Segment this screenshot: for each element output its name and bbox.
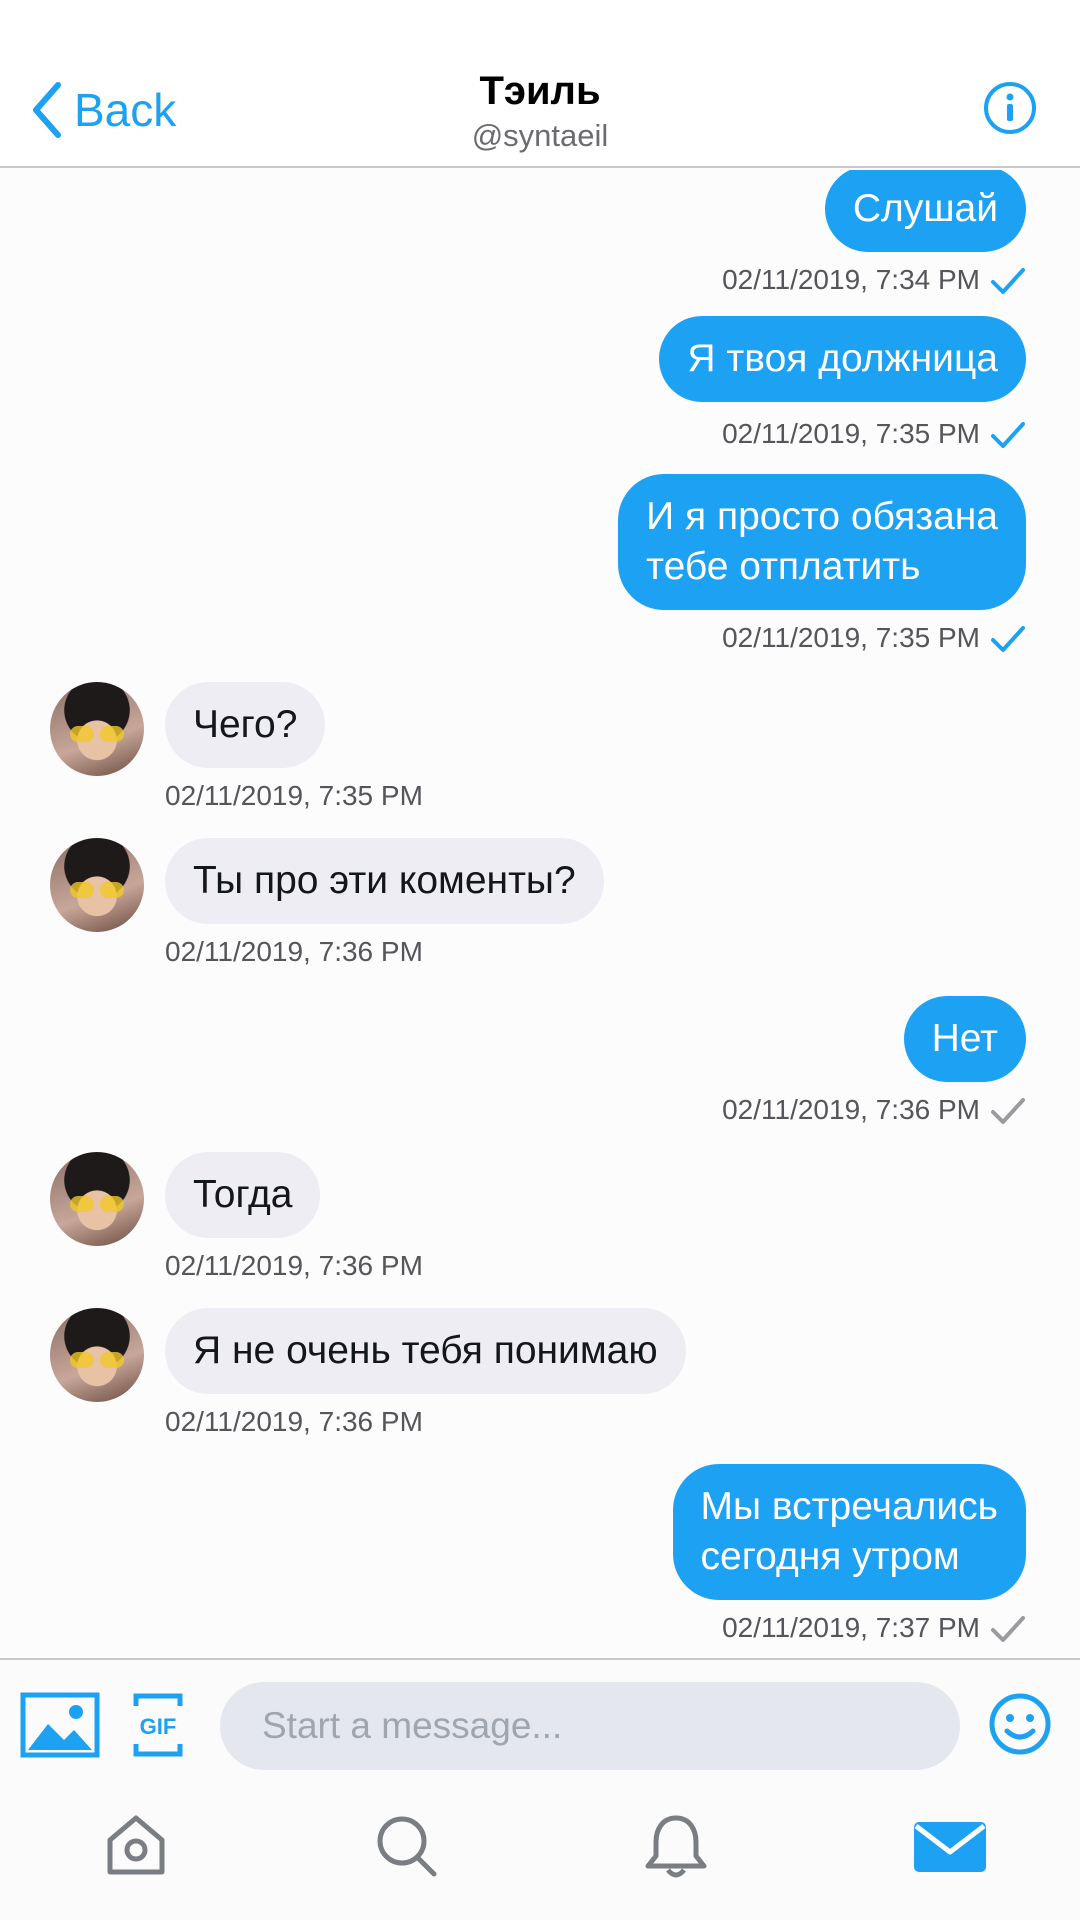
message-input[interactable] [220, 1682, 960, 1770]
message-timestamp: 02/11/2019, 7:35 PM [722, 418, 980, 449]
avatar[interactable] [50, 838, 144, 932]
conversation-header: Back Тэиль @syntaeil [0, 0, 1080, 168]
avatar[interactable] [50, 1152, 144, 1246]
message-timestamp: 02/11/2019, 7:36 PM [165, 1250, 423, 1281]
mail-icon[interactable] [910, 1810, 990, 1882]
message-text-line: сегодня утром [700, 1535, 960, 1578]
message-bubble-outgoing[interactable]: Мы встречались сегодня утром [672, 1464, 1026, 1600]
gif-icon[interactable]: GIF [132, 1692, 184, 1758]
message-text: Нет [931, 1017, 998, 1060]
message-text: Я твоя должница [687, 337, 998, 380]
message-bubble-incoming[interactable]: Ты про эти коменты? [165, 838, 604, 924]
sent-check-icon [991, 1616, 1025, 1642]
gif-label: GIF [140, 1714, 177, 1739]
message-bubble-outgoing[interactable]: И я просто обязана тебе отплатить [618, 474, 1026, 610]
read-check-icon [991, 626, 1025, 652]
message-text: Ты про эти коменты? [193, 859, 576, 902]
dm-conversation-screen: Back Тэиль @syntaeil Слушай 02/11/2019, … [0, 0, 1080, 1920]
message-timestamp: 02/11/2019, 7:34 PM [722, 264, 980, 295]
avatar[interactable] [50, 682, 144, 776]
bottom-tab-bar [0, 1776, 1080, 1920]
message-bubble-incoming[interactable]: Тогда [165, 1152, 321, 1238]
message-text-line: тебе отплатить [646, 545, 921, 588]
message-composer: GIF [0, 1658, 1080, 1776]
image-icon[interactable] [20, 1692, 100, 1758]
message-timestamp: 02/11/2019, 7:36 PM [165, 1406, 423, 1437]
message-bubble-outgoing[interactable]: Нет [903, 996, 1026, 1082]
read-check-icon [991, 422, 1025, 448]
message-timestamp: 02/11/2019, 7:36 PM [165, 936, 423, 967]
avatar[interactable] [50, 1308, 144, 1402]
sent-check-icon [991, 1098, 1025, 1124]
message-timestamp: 02/11/2019, 7:35 PM [165, 780, 423, 811]
message-timestamp: 02/11/2019, 7:36 PM [722, 1094, 980, 1125]
emoji-icon[interactable] [988, 1692, 1052, 1756]
message-list[interactable]: Слушай 02/11/2019, 7:34 PM Я твоя должни… [0, 170, 1080, 1658]
message-text: Я не очень тебя понимаю [193, 1329, 658, 1372]
bell-icon[interactable] [640, 1810, 712, 1882]
message-text: Тогда [193, 1173, 293, 1216]
message-text: Чего? [193, 703, 298, 746]
read-check-icon [991, 268, 1025, 294]
message-bubble-outgoing[interactable]: Я твоя должница [659, 316, 1026, 402]
contact-name: Тэиль [479, 69, 601, 113]
message-bubble-incoming[interactable]: Чего? [165, 682, 326, 768]
message-bubble-outgoing[interactable]: Слушай [824, 170, 1026, 252]
message-timestamp: 02/11/2019, 7:37 PM [722, 1612, 980, 1643]
message-text: Слушай [852, 187, 998, 230]
search-icon[interactable] [370, 1810, 442, 1882]
home-icon[interactable] [100, 1810, 172, 1882]
message-bubble-incoming[interactable]: Я не очень тебя понимаю [165, 1308, 686, 1394]
message-timestamp: 02/11/2019, 7:35 PM [722, 622, 980, 653]
info-icon[interactable] [982, 80, 1038, 136]
message-text-line: И я просто обязана [646, 495, 998, 538]
message-text-line: Мы встречались [700, 1485, 998, 1528]
contact-handle: @syntaeil [471, 118, 609, 153]
conversation-title-block[interactable]: Тэиль @syntaeil [0, 68, 1080, 156]
